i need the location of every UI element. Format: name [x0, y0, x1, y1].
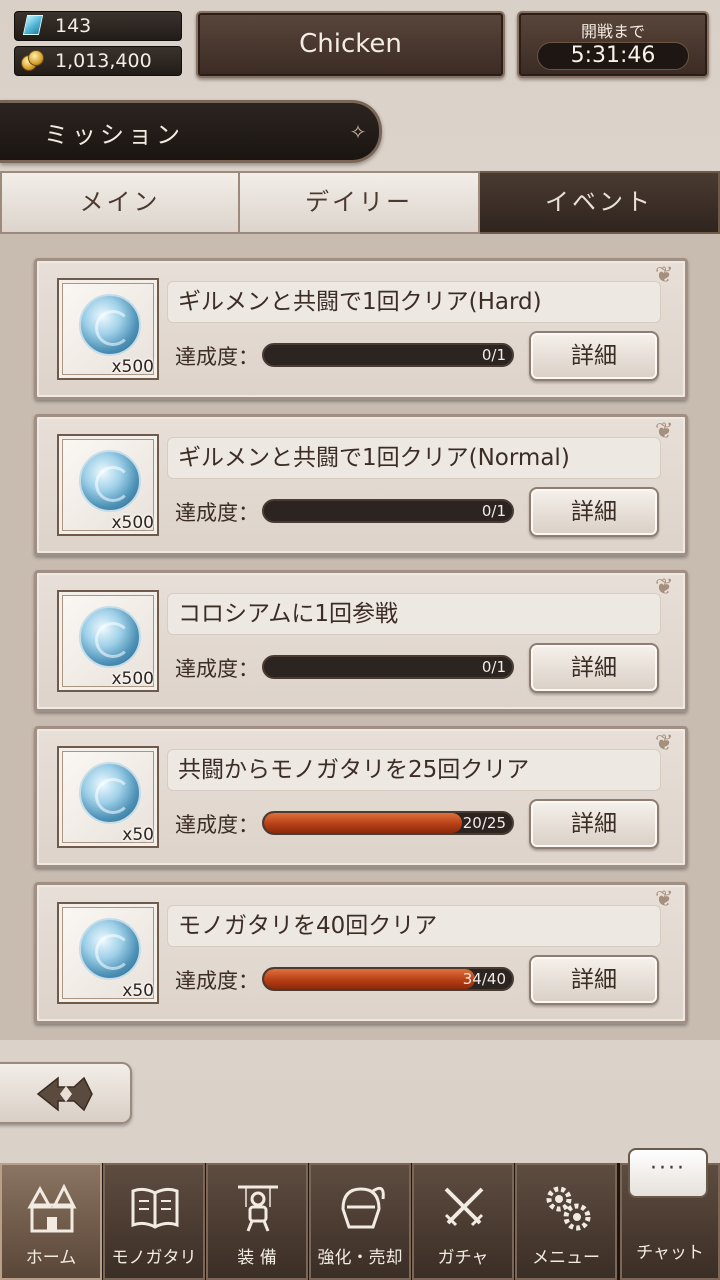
progress-label: 達成度： [175, 501, 259, 525]
nav-gacha[interactable]: ガチャ [412, 1163, 514, 1280]
nav-label: メニュー [532, 1248, 600, 1268]
nav-label: ガチャ [437, 1248, 489, 1268]
progress-bar: 0/1 [262, 655, 514, 679]
mission-title: モノガタリを40回クリア [167, 905, 661, 947]
castle-icon [27, 1183, 77, 1233]
coin-counter: 1,013,400 [14, 46, 182, 76]
reward-quantity: x500 [111, 669, 154, 689]
gem-counter: 143 [14, 11, 182, 41]
progress-text: 34/40 [462, 970, 506, 988]
crystal-orb-icon [79, 294, 141, 356]
progress-bar: 0/1 [262, 343, 514, 367]
reward-quantity: x500 [111, 357, 154, 377]
progress-fill [264, 969, 475, 989]
chat-label: チャット [636, 1243, 704, 1263]
mission-title: 共闘からモノガタリを25回クリア [167, 749, 661, 791]
nav-label: 強化・売却 [317, 1248, 403, 1268]
mission-card: ❦ x500 コロシアムに1回参戦 達成度： 0/1 詳細 [34, 570, 688, 712]
reward-frame: x50 [57, 902, 159, 1004]
reward-frame: x500 [57, 278, 159, 380]
coin-icon [21, 50, 45, 72]
player-name-button[interactable]: Chicken [196, 11, 505, 78]
back-arrow-icon [36, 1076, 93, 1112]
helmet-icon [341, 1186, 385, 1229]
progress-text: 20/25 [462, 814, 506, 832]
section-header: ミッション ✧ [0, 100, 382, 163]
bottom-nav: ホーム モノガタリ 装 備 強化・売却 ガチャ メニュー [0, 1163, 720, 1280]
crystal-orb-icon [79, 450, 141, 512]
nav-story[interactable]: モノガタリ [103, 1163, 205, 1280]
reward-quantity: x50 [122, 981, 154, 1001]
nav-label: ホーム [25, 1248, 77, 1268]
mission-title: ギルメンと共闘で1回クリア(Normal) [167, 437, 661, 479]
book-icon [131, 1187, 179, 1229]
progress-bar: 20/25 [262, 811, 514, 835]
progress-fill [264, 813, 463, 833]
page-title: ミッション [44, 121, 184, 149]
reward-frame: x500 [57, 590, 159, 692]
detail-button[interactable]: 詳細 [529, 331, 659, 381]
progress-label: 達成度： [175, 345, 259, 369]
detail-button[interactable]: 詳細 [529, 643, 659, 693]
nav-upgrade-sell[interactable]: 強化・売却 [309, 1163, 411, 1280]
timer-label: 開戦まで [580, 22, 645, 41]
progress-text: 0/1 [481, 658, 506, 676]
reward-frame: x500 [57, 434, 159, 536]
detail-button[interactable]: 詳細 [529, 955, 659, 1005]
nav-equipment[interactable]: 装 備 [206, 1163, 308, 1280]
timer-value: 5:31:46 [537, 42, 689, 70]
mission-card: ❦ x500 ギルメンと共闘で1回クリア(Hard) 達成度： 0/1 詳細 [34, 258, 688, 400]
progress-bar: 0/1 [262, 499, 514, 523]
progress-text: 0/1 [481, 346, 506, 364]
back-button[interactable] [0, 1062, 132, 1124]
mission-tabs: メイン デイリー イベント [0, 171, 720, 234]
battle-timer: 開戦まで 5:31:46 [517, 11, 709, 78]
detail-button[interactable]: 詳細 [529, 487, 659, 537]
reward-frame: x50 [57, 746, 159, 848]
gem-icon [21, 15, 45, 37]
mission-title: コロシアムに1回参戦 [167, 593, 661, 635]
tab-event[interactable]: イベント [480, 171, 720, 234]
progress-text: 0/1 [481, 502, 506, 520]
mission-list[interactable]: ❦ x500 ギルメンと共闘で1回クリア(Hard) 達成度： 0/1 詳細 ❦… [0, 234, 720, 1040]
crystal-orb-icon [79, 762, 141, 824]
reward-quantity: x500 [111, 513, 154, 533]
top-status-bar: 143 1,013,400 Chicken 開戦まで 5:31:46 [0, 0, 720, 90]
progress-label: 達成度： [175, 969, 259, 993]
ornament-icon: ✧ [349, 120, 367, 144]
progress-bar: 34/40 [262, 967, 514, 991]
crystal-orb-icon [79, 606, 141, 668]
gem-count: 143 [55, 15, 92, 37]
tab-daily[interactable]: デイリー [240, 171, 480, 234]
mission-card: ❦ x50 共闘からモノガタリを25回クリア 達成度： 20/25 詳細 [34, 726, 688, 868]
chat-bubble-icon[interactable]: ···· [628, 1148, 708, 1198]
nav-menu[interactable]: メニュー [515, 1163, 617, 1280]
progress-label: 達成度： [175, 657, 259, 681]
coin-count: 1,013,400 [55, 50, 152, 72]
puppet-icon [238, 1185, 278, 1232]
nav-label: 装 備 [237, 1248, 277, 1268]
mission-title: ギルメンと共闘で1回クリア(Hard) [167, 281, 661, 323]
progress-label: 達成度： [175, 813, 259, 837]
mission-card: ❦ x500 ギルメンと共闘で1回クリア(Normal) 達成度： 0/1 詳細 [34, 414, 688, 556]
nav-label: モノガタリ [111, 1248, 197, 1268]
detail-button[interactable]: 詳細 [529, 799, 659, 849]
mission-card: ❦ x50 モノガタリを40回クリア 達成度： 34/40 詳細 [34, 882, 688, 1024]
crystal-orb-icon [79, 918, 141, 980]
tab-main[interactable]: メイン [0, 171, 240, 234]
nav-home[interactable]: ホーム [0, 1163, 102, 1280]
gears-icon [546, 1186, 591, 1231]
reward-quantity: x50 [122, 825, 154, 845]
crossed-swords-icon [444, 1187, 484, 1227]
